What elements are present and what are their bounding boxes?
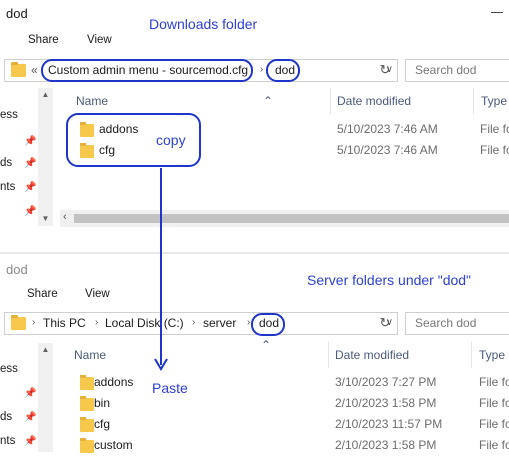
tab-view[interactable]: View xyxy=(85,288,110,300)
refresh-icon[interactable]: ↻ xyxy=(375,312,395,335)
pin-icon: 📌 xyxy=(24,388,37,399)
chevron-right-icon[interactable]: › xyxy=(247,317,250,328)
file-name: cfg xyxy=(94,417,111,431)
file-type: File fo xyxy=(480,122,509,136)
file-type: File fo xyxy=(479,417,509,431)
column-type[interactable]: Type xyxy=(481,94,507,108)
file-name: bin xyxy=(94,396,111,410)
address-bar[interactable]: › This PC › Local Disk (C:) › server › d… xyxy=(4,312,398,335)
refresh-icon[interactable]: ↻ xyxy=(375,59,395,82)
nav-item[interactable]: ds xyxy=(0,411,12,423)
horizontal-scrollbar[interactable]: ‹ xyxy=(60,210,509,227)
folder-icon xyxy=(80,438,94,453)
scroll-up-icon[interactable]: ▲ xyxy=(38,343,53,357)
breadcrumb-item[interactable]: server xyxy=(203,316,236,330)
nav-item[interactable]: nts xyxy=(0,181,15,193)
tab-share[interactable]: Share xyxy=(28,34,59,46)
annotation-server-folders: Server folders under "dod" xyxy=(307,272,472,288)
window-title: dod xyxy=(6,6,28,21)
chevron-right-icon[interactable]: › xyxy=(192,317,195,328)
pin-icon: 📌 xyxy=(24,206,37,217)
column-divider xyxy=(473,88,474,114)
file-date: 2/10/2023 1:58 PM xyxy=(335,438,437,452)
file-type: File fo xyxy=(479,438,509,452)
pin-icon: 📌 xyxy=(24,182,37,193)
search-input[interactable]: Search dod xyxy=(405,59,509,82)
file-row[interactable]: custom 2/10/2023 1:58 PM File fo xyxy=(66,437,509,458)
file-type: File fo xyxy=(479,396,509,410)
folder-icon xyxy=(11,62,26,77)
chevron-right-icon[interactable]: › xyxy=(260,64,263,75)
pin-icon: 📌 xyxy=(24,436,37,447)
file-date: 2/10/2023 11:57 PM xyxy=(335,417,443,431)
nav-scrollbar[interactable]: ▲ xyxy=(38,343,53,452)
scroll-up-icon[interactable]: ▲ xyxy=(38,88,53,102)
breadcrumb-item[interactable]: Local Disk (C:) xyxy=(105,316,184,330)
breadcrumb-item[interactable]: This PC xyxy=(43,316,86,330)
file-row[interactable]: addons 3/10/2023 7:27 PM File fo xyxy=(66,374,509,395)
folder-icon xyxy=(11,315,26,330)
column-name[interactable]: Name xyxy=(74,348,106,362)
column-date-modified[interactable]: Date modified xyxy=(337,94,411,108)
nav-scrollbar[interactable]: ▲ ▼ xyxy=(38,88,53,226)
scrollbar-thumb[interactable] xyxy=(74,214,509,223)
column-type[interactable]: Type xyxy=(479,348,505,362)
sort-ascending-icon: ⌃ xyxy=(261,338,272,352)
scroll-down-icon[interactable]: ▼ xyxy=(38,212,53,226)
pin-icon: 📌 xyxy=(24,136,37,147)
sort-ascending-icon: ⌃ xyxy=(263,94,274,108)
file-name: addons xyxy=(94,375,134,389)
pin-icon: 📌 xyxy=(24,158,37,169)
window-title: dod xyxy=(6,262,28,277)
column-date-modified[interactable]: Date modified xyxy=(335,348,409,362)
nav-item[interactable]: ess xyxy=(0,109,18,121)
column-name[interactable]: Name xyxy=(76,94,108,108)
folder-icon xyxy=(80,375,94,390)
annotation-downloads-folder: Downloads folder xyxy=(149,16,258,32)
file-date: 5/10/2023 7:46 AM xyxy=(337,122,438,136)
column-divider xyxy=(330,88,331,114)
file-name: custom xyxy=(94,438,133,452)
highlight-oval xyxy=(251,313,285,336)
nav-item[interactable]: nts xyxy=(0,435,15,447)
file-type: File fo xyxy=(480,143,509,157)
minimize-button[interactable] xyxy=(491,12,503,13)
column-divider xyxy=(328,342,329,368)
file-row[interactable]: cfg 2/10/2023 11:57 PM File fo xyxy=(66,416,509,437)
chevron-right-icon[interactable]: › xyxy=(95,317,98,328)
nav-item[interactable]: ds xyxy=(0,157,12,169)
highlight-oval xyxy=(41,59,253,82)
pin-icon: 📌 xyxy=(24,412,37,423)
chevron-right-icon[interactable]: › xyxy=(32,317,35,328)
tab-view[interactable]: View xyxy=(87,34,112,46)
search-input[interactable]: Search dod xyxy=(405,312,509,335)
folder-icon xyxy=(80,396,94,411)
column-headers: Name ⌃ Date modified Type xyxy=(66,338,509,370)
file-date: 2/10/2023 1:58 PM xyxy=(335,396,437,410)
file-row[interactable]: bin 2/10/2023 1:58 PM File fo xyxy=(66,395,509,416)
file-type: File fo xyxy=(479,375,509,389)
annotation-paste: Paste xyxy=(152,380,188,396)
nav-item[interactable]: ess xyxy=(0,363,18,375)
highlight-copy-box xyxy=(66,113,201,167)
file-date: 5/10/2023 7:46 AM xyxy=(337,143,438,157)
tab-share[interactable]: Share xyxy=(27,288,58,300)
folder-icon xyxy=(80,417,94,432)
scroll-left-icon[interactable]: ‹ xyxy=(63,211,67,223)
file-date: 3/10/2023 7:27 PM xyxy=(335,375,437,389)
breadcrumb-overflow[interactable]: « xyxy=(31,63,38,77)
highlight-oval xyxy=(266,59,300,82)
column-divider xyxy=(471,342,472,368)
